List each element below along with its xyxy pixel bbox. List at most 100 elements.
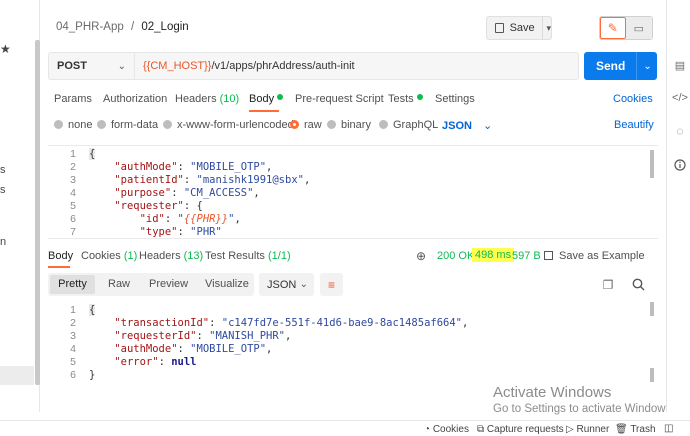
status-cookies-button[interactable]: ◔ Cookies	[424, 424, 469, 435]
breadcrumb-request[interactable]: 02_Login	[141, 21, 188, 33]
radio-urlencoded[interactable]: x-www-form-urlencoded	[163, 119, 294, 131]
code-lines: { "transactionId": "c147fd7e-551f-41d6-b…	[89, 304, 468, 382]
line-numbers: 1 2 3 4 5 6	[56, 304, 76, 382]
lightbulb-icon[interactable]: ◌	[673, 124, 687, 138]
radio-form-data[interactable]: form-data	[97, 119, 158, 131]
cookies-link[interactable]: Cookies	[613, 93, 653, 105]
code-line: "authMode": "MOBILE_OTP",	[114, 161, 273, 173]
view-visualize[interactable]: Visualize	[205, 278, 249, 290]
tab-authorization[interactable]: Authorization	[103, 93, 167, 105]
globe-icon[interactable]: ⊕	[416, 249, 426, 263]
tab-settings[interactable]: Settings	[435, 93, 475, 105]
beautify-link[interactable]: Beautify	[614, 119, 654, 131]
chevron-down-icon[interactable]: ▾	[546, 23, 551, 34]
response-tab-test-results[interactable]: Test Results (1/1)	[205, 250, 291, 262]
response-scrollbar[interactable]	[650, 368, 654, 382]
left-sidebar: ★ s s n	[0, 0, 40, 412]
radio-graphql[interactable]: GraphQL	[379, 119, 438, 131]
tab-body[interactable]: Body	[249, 93, 284, 105]
response-tab-cookies-count: (1)	[123, 250, 138, 262]
radio-none[interactable]: none	[54, 119, 92, 131]
request-body-editor[interactable]: 1 2 3 4 5 6 7 { "authMode": "MOBILE_OTP"…	[48, 145, 658, 239]
json-value: "MANISH_PHR"	[209, 330, 285, 342]
capture-requests-label: Capture requests	[486, 424, 564, 435]
wrap-lines-icon[interactable]: ≡	[320, 273, 343, 296]
tab-tests[interactable]: Tests	[388, 93, 423, 105]
response-tab-body[interactable]: Body	[48, 250, 73, 262]
method-select[interactable]: POST ⌄	[49, 53, 135, 79]
view-raw[interactable]: Raw	[108, 278, 130, 290]
tab-params[interactable]: Params	[54, 93, 92, 105]
code-line: "transactionId": "c147fd7e-551f-41d6-bae…	[114, 317, 469, 329]
json-key: "authMode"	[114, 343, 178, 355]
view-preview[interactable]: Preview	[149, 278, 188, 290]
line-numbers: 1 2 3 4 5 6 7	[56, 148, 76, 239]
save-button[interactable]: Save ▾	[486, 16, 552, 40]
json-value: null	[171, 356, 197, 368]
runner-button[interactable]: ▷ Runner	[566, 424, 609, 435]
json-key: "type"	[139, 226, 178, 238]
line-number: 2	[70, 317, 76, 329]
trash-button[interactable]: 🗑 Trash	[615, 424, 656, 435]
tab-pre-request-script[interactable]: Pre-request Script	[295, 93, 384, 105]
method-label: POST	[57, 60, 87, 72]
view-pretty-label: Pretty	[58, 278, 87, 290]
tab-body-underline	[249, 110, 279, 112]
copy-icon[interactable]: ❐	[600, 277, 616, 293]
response-tab-headers[interactable]: Headers (13)	[139, 250, 203, 262]
radio-raw[interactable]: raw	[290, 119, 322, 131]
sidebar-letter: s	[0, 184, 6, 196]
radio-binary-label: binary	[341, 119, 371, 131]
send-label: Send	[596, 59, 626, 73]
radio-graphql-label: GraphQL	[393, 119, 439, 131]
line-number: 1	[70, 304, 76, 316]
response-scrollbar[interactable]	[650, 302, 654, 316]
edit-icon[interactable]: ✎	[600, 17, 626, 39]
code-icon[interactable]: </>	[672, 91, 688, 105]
response-body-editor[interactable]: 1 2 3 4 5 6 { "transactionId": "c147fd7e…	[48, 302, 658, 382]
json-punct: : {	[183, 200, 203, 212]
status-code[interactable]: 200 OK	[437, 250, 474, 262]
line-number: 3	[70, 174, 76, 186]
chevron-down-icon: ⌄	[117, 60, 126, 72]
radio-dot	[379, 120, 388, 129]
search-icon[interactable]	[630, 276, 646, 292]
layout-toggle-icon[interactable]: ◫	[664, 423, 673, 434]
line-number: 1	[70, 148, 76, 160]
editor-scrollbar[interactable]	[650, 150, 654, 178]
sidebar-selected-item[interactable]	[0, 366, 34, 385]
code-line: "purpose": "CM_ACCESS",	[114, 187, 260, 199]
body-format-label: JSON	[442, 120, 472, 132]
url-input[interactable]: {{CM_HOST}}/v1/apps/phrAddress/auth-init	[143, 60, 355, 72]
chevron-down-icon[interactable]: ⌄	[643, 61, 651, 72]
view-toggle: ✎ ▭	[599, 16, 653, 40]
send-button[interactable]: Send ⌄	[584, 52, 657, 80]
runner-icon: ▷	[566, 424, 574, 435]
activate-windows-subtitle: Go to Settings to activate Windows.	[493, 403, 675, 415]
response-size[interactable]: 597 B	[512, 250, 541, 262]
tab-headers[interactable]: Headers (10)	[175, 93, 239, 105]
body-format-select[interactable]: JSON ⌄	[442, 119, 492, 132]
json-key: "purpose"	[114, 187, 172, 199]
response-format-select[interactable]: JSON ⌄	[259, 273, 314, 296]
radio-dot	[327, 120, 336, 129]
radio-binary[interactable]: binary	[327, 119, 371, 131]
view-pretty[interactable]: Pretty	[50, 275, 95, 294]
response-time[interactable]: 498 ms	[472, 248, 515, 262]
star-icon[interactable]: ★	[0, 42, 11, 56]
url-variable: {{CM_HOST}}	[143, 60, 212, 72]
json-key: "error"	[114, 356, 159, 368]
save-example-label: Save as Example	[559, 250, 645, 262]
capture-requests-button[interactable]: ⧉ Capture requests	[477, 424, 564, 435]
sidebar-scrollbar[interactable]	[35, 40, 40, 385]
save-example-button[interactable]: Save as Example	[544, 250, 645, 262]
trash-label: Trash	[630, 424, 656, 435]
comments-icon[interactable]: ▭	[625, 17, 652, 39]
documentation-icon[interactable]: ▤	[673, 58, 687, 72]
breadcrumb-collection[interactable]: 04_PHR-App	[56, 21, 124, 33]
tab-headers-count: (10)	[219, 93, 240, 105]
json-key: "requesterId"	[114, 330, 197, 342]
code-line: }	[89, 369, 468, 382]
response-tab-cookies[interactable]: Cookies (1)	[81, 250, 137, 262]
info-icon[interactable]	[673, 158, 687, 172]
